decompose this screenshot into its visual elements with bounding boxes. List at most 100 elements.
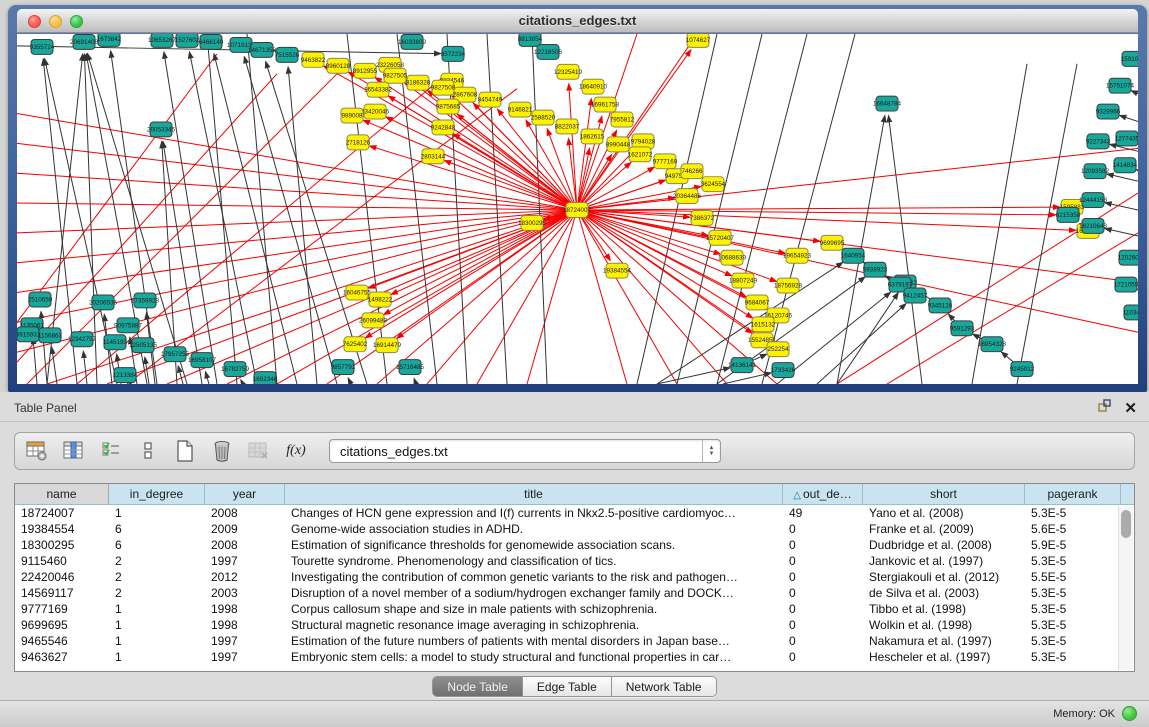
- graph-node[interactable]: 16954328: [978, 337, 1006, 352]
- graph-node[interactable]: 1621072: [628, 147, 653, 162]
- graph-node[interactable]: 18756928: [774, 278, 802, 293]
- table-cell[interactable]: Disruption of a novel member of a sodium…: [285, 586, 783, 600]
- graph-node[interactable]: 9777169: [653, 154, 678, 169]
- graph-node[interactable]: 16648784: [873, 96, 901, 111]
- float-panel-icon[interactable]: [1098, 399, 1112, 418]
- graph-node[interactable]: 8822037: [555, 119, 580, 134]
- table-cell[interactable]: Nakamura et al. (1997): [863, 634, 1025, 648]
- function-builder-icon[interactable]: f(x): [284, 439, 308, 463]
- table-cell[interactable]: 5.3E-5: [1025, 618, 1121, 632]
- graph-node[interactable]: 1213384: [113, 368, 138, 383]
- graph-node[interactable]: 9329966: [1096, 104, 1121, 119]
- table-cell[interactable]: 9699695: [15, 618, 109, 632]
- graph-node[interactable]: 18640910: [579, 79, 607, 94]
- attribute-checklist-icon[interactable]: [99, 439, 123, 463]
- graph-node[interactable]: 1156863: [38, 328, 63, 343]
- network-canvas[interactable]: 1872400794638228960128891295523226058982…: [17, 34, 1138, 384]
- table-cell[interactable]: Hescheler et al. (1997): [863, 650, 1025, 664]
- table-cell[interactable]: 18300295: [15, 538, 109, 552]
- graph-node[interactable]: 1202605: [1118, 250, 1138, 265]
- rows-icon[interactable]: [136, 439, 160, 463]
- table-row[interactable]: 946362711997Embryonic stem cells: a mode…: [15, 649, 1134, 665]
- graph-node[interactable]: 16033809: [398, 34, 426, 49]
- table-cell[interactable]: Yano et al. (2008): [863, 506, 1025, 520]
- graph-node[interactable]: 15720407: [706, 230, 734, 245]
- graph-node[interactable]: 1145193: [103, 335, 128, 350]
- graph-node[interactable]: 16543382: [364, 82, 392, 97]
- table-cell[interactable]: 2: [109, 586, 205, 600]
- graph-node[interactable]: 8960128: [326, 58, 351, 73]
- graph-node[interactable]: 6466140: [199, 34, 224, 49]
- graph-node[interactable]: 5938923: [863, 262, 888, 277]
- table-cell[interactable]: 5.3E-5: [1025, 586, 1121, 600]
- graph-node[interactable]: 1498222: [368, 292, 393, 307]
- graph-node[interactable]: 7515526: [275, 47, 300, 62]
- column-header-pagerank[interactable]: pagerank: [1025, 484, 1121, 504]
- table-cell[interactable]: 1997: [205, 650, 285, 664]
- graph-node[interactable]: 19384554: [603, 263, 631, 278]
- graph-node[interactable]: 252254: [767, 342, 789, 357]
- graph-node[interactable]: 9345128: [928, 298, 953, 313]
- graph-node[interactable]: 9827505: [383, 68, 408, 83]
- graph-node[interactable]: 10688639: [718, 250, 746, 265]
- graph-node[interactable]: 9242848: [431, 120, 456, 135]
- table-cell[interactable]: 1997: [205, 634, 285, 648]
- table-cell[interactable]: 5.5E-5: [1025, 570, 1121, 584]
- table-cell[interactable]: Genome-wide association studies in ADHD.: [285, 522, 783, 536]
- table-cell[interactable]: Estimation of the future numbers of pati…: [285, 634, 783, 648]
- table-cell[interactable]: Tibbo et al. (1998): [863, 602, 1025, 616]
- graph-node[interactable]: 8454749: [478, 92, 503, 107]
- table-cell[interactable]: Investigating the contribution of common…: [285, 570, 783, 584]
- graph-node[interactable]: 1733426: [771, 363, 796, 378]
- table-cell[interactable]: Corpus callosum shape and size in male p…: [285, 602, 783, 616]
- table-row[interactable]: 2242004622012Investigating the contribut…: [15, 569, 1134, 585]
- graph-node[interactable]: 10653267: [148, 34, 176, 47]
- graph-node[interactable]: 23420046: [361, 104, 389, 119]
- graph-node[interactable]: 1591082: [1121, 51, 1138, 66]
- graph-node[interactable]: 8215358: [1056, 208, 1081, 223]
- graph-node[interactable]: 14136141: [728, 358, 756, 373]
- tab-edge-table[interactable]: Edge Table: [523, 677, 612, 696]
- table-cell[interactable]: 2: [109, 570, 205, 584]
- table-cell[interactable]: 0: [783, 650, 863, 664]
- table-cell[interactable]: Dudbridge et al. (2008): [863, 538, 1025, 552]
- table-cell[interactable]: 2003: [205, 586, 285, 600]
- table-row[interactable]: 977716911998Corpus callosum shape and si…: [15, 601, 1134, 617]
- table-cell[interactable]: 0: [783, 586, 863, 600]
- graph-node[interactable]: 1414834: [1113, 158, 1138, 173]
- graph-node[interactable]: 20364486: [673, 189, 701, 204]
- table-cell[interactable]: 0: [783, 618, 863, 632]
- table-cell[interactable]: Jankovic et al. (1997): [863, 554, 1025, 568]
- table-row[interactable]: 969969511998Structural magnetic resonanc…: [15, 617, 1134, 633]
- graph-node[interactable]: 16914479: [373, 338, 401, 353]
- table-cell[interactable]: 5.3E-5: [1025, 634, 1121, 648]
- table-cell[interactable]: 2: [109, 554, 205, 568]
- table-cell[interactable]: Changes of HCN gene expression and I(f) …: [285, 506, 783, 520]
- table-select-combobox[interactable]: citations_edges.txt ▲▼: [329, 439, 721, 463]
- graph-node[interactable]: 1103455: [1123, 305, 1138, 320]
- table-cell[interactable]: 1998: [205, 618, 285, 632]
- table-cell[interactable]: 14569117: [15, 586, 109, 600]
- table-row[interactable]: 1872400712008Changes of HCN gene express…: [15, 505, 1134, 521]
- table-cell[interactable]: Franke et al. (2009): [863, 522, 1025, 536]
- table-cell[interactable]: 1997: [205, 554, 285, 568]
- column-header-indegree[interactable]: in_degree: [109, 484, 205, 504]
- graph-node[interactable]: 3624554: [701, 177, 726, 192]
- table-cell[interactable]: 0: [783, 554, 863, 568]
- table-cell[interactable]: 0: [783, 602, 863, 616]
- graph-node[interactable]: 9463822: [301, 52, 326, 67]
- table-cell[interactable]: 0: [783, 522, 863, 536]
- table-cell[interactable]: 9115460: [15, 554, 109, 568]
- table-cell[interactable]: 5.3E-5: [1025, 554, 1121, 568]
- graph-node[interactable]: 7386372: [690, 210, 715, 225]
- table-cell[interactable]: 1: [109, 602, 205, 616]
- table-cell[interactable]: de Silva et al. (2003): [863, 586, 1025, 600]
- table-cell[interactable]: 1: [109, 506, 205, 520]
- combobox-stepper-icon[interactable]: ▲▼: [702, 440, 720, 462]
- graph-node[interactable]: 9245012: [1010, 362, 1035, 377]
- table-cell[interactable]: 1998: [205, 602, 285, 616]
- table-cell[interactable]: 5.9E-5: [1025, 538, 1121, 552]
- graph-node[interactable]: 8912955: [353, 63, 378, 78]
- window-titlebar[interactable]: citations_edges.txt: [17, 9, 1138, 33]
- table-cell[interactable]: 5.3E-5: [1025, 602, 1121, 616]
